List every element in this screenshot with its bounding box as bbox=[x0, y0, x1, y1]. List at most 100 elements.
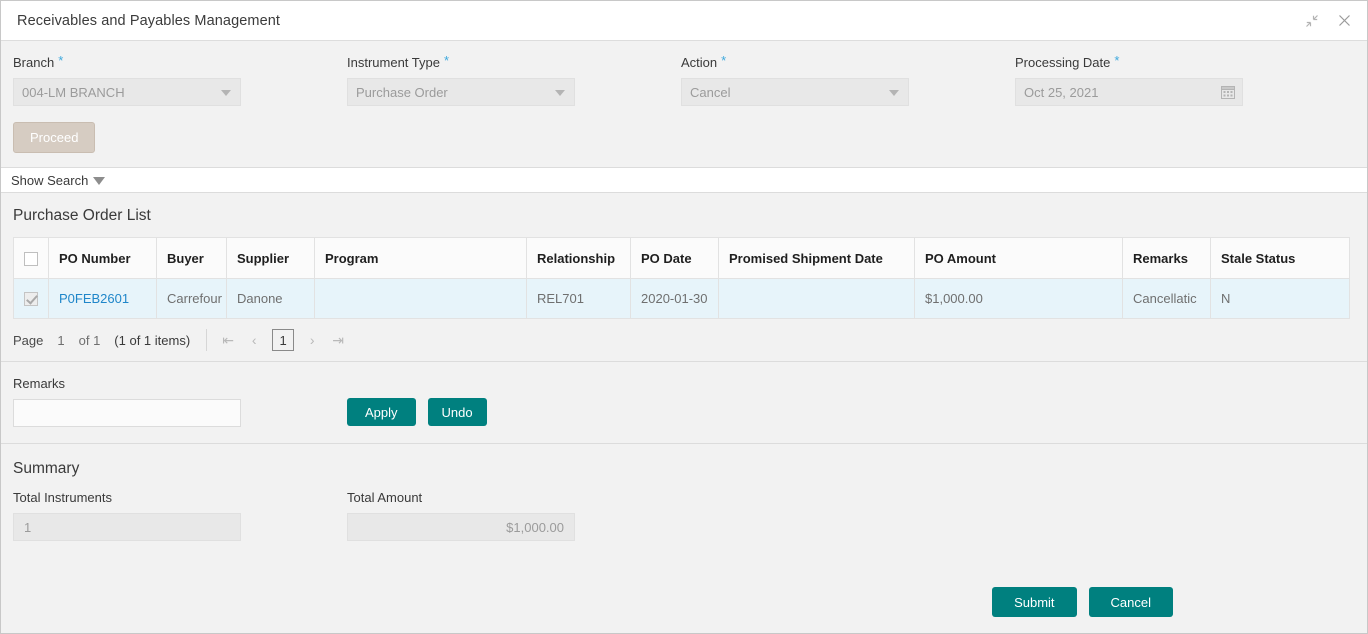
pagination: Page 1 of 1 (1 of 1 items) ⇤ ‹ 1 › ⇥ bbox=[13, 319, 1357, 361]
field-total-instruments: Total Instruments 1 bbox=[13, 490, 347, 541]
pagination-divider bbox=[206, 329, 208, 351]
window-titlebar: Receivables and Payables Management bbox=[1, 1, 1367, 41]
column-supplier: Supplier bbox=[226, 237, 315, 279]
field-branch: Branch * 004-LM BRANCH bbox=[13, 53, 347, 106]
column-buyer: Buyer bbox=[156, 237, 227, 279]
remarks-section: Remarks Apply Undo bbox=[1, 362, 1367, 443]
column-po-date: PO Date bbox=[630, 237, 719, 279]
table-row[interactable]: P0FEB2601 Carrefour Danone REL701 2020-0… bbox=[13, 278, 1350, 319]
cell-supplier: Danone bbox=[226, 278, 315, 319]
table-body: P0FEB2601 Carrefour Danone REL701 2020-0… bbox=[13, 278, 1350, 319]
branch-label-wrap: Branch * bbox=[13, 53, 335, 71]
column-po-amount: PO Amount bbox=[914, 237, 1123, 279]
instrument-type-label-wrap: Instrument Type * bbox=[347, 53, 669, 71]
processing-date-input[interactable]: Oct 25, 2021 bbox=[1015, 78, 1243, 106]
cell-buyer: Carrefour bbox=[156, 278, 227, 319]
undo-button[interactable]: Undo bbox=[427, 398, 487, 426]
next-page-icon[interactable]: › bbox=[299, 328, 325, 352]
proceed-button[interactable]: Proceed bbox=[13, 122, 96, 153]
page-number: 1 bbox=[57, 332, 65, 348]
prev-page-icon[interactable]: ‹ bbox=[241, 328, 267, 352]
close-icon[interactable] bbox=[1331, 8, 1357, 34]
page-label: Page bbox=[13, 332, 44, 348]
required-asterisk: * bbox=[443, 53, 450, 68]
cancel-button[interactable]: Cancel bbox=[1088, 587, 1173, 617]
list-title: Purchase Order List bbox=[13, 207, 151, 224]
column-promised-shipment-date: Promised Shipment Date bbox=[718, 237, 915, 279]
summary-title: Summary bbox=[13, 460, 80, 477]
row-select-checkbox[interactable] bbox=[24, 292, 38, 307]
page-total: of 1 bbox=[78, 332, 101, 348]
processing-date-value: Oct 25, 2021 bbox=[1024, 84, 1099, 100]
instrument-type-value: Purchase Order bbox=[356, 84, 448, 100]
show-search-toggle[interactable]: Show Search bbox=[11, 172, 106, 188]
column-remarks: Remarks bbox=[1122, 237, 1211, 279]
summary-section: Summary Total Instruments 1 Total Amount… bbox=[1, 444, 1367, 541]
show-search-label: Show Search bbox=[11, 172, 89, 188]
total-amount-value: $1,000.00 bbox=[347, 513, 575, 541]
branch-select[interactable]: 004-LM BRANCH bbox=[13, 78, 241, 106]
required-asterisk: * bbox=[1114, 53, 1120, 68]
action-value: Cancel bbox=[690, 84, 731, 100]
remarks-field: Remarks bbox=[13, 376, 347, 427]
field-processing-date: Processing Date * Oct 25, 2021 bbox=[1015, 53, 1349, 106]
remarks-label: Remarks bbox=[13, 376, 66, 391]
cell-po-date: 2020-01-30 bbox=[630, 278, 719, 319]
field-action: Action * Cancel bbox=[681, 53, 1015, 106]
collapse-arrows-icon[interactable] bbox=[1299, 8, 1325, 34]
chevron-down-icon bbox=[555, 90, 565, 96]
column-stale-status: Stale Status bbox=[1210, 237, 1350, 279]
first-page-icon[interactable]: ⇤ bbox=[215, 328, 241, 352]
show-search-bar: Show Search bbox=[1, 167, 1367, 193]
action-label: Action bbox=[681, 55, 718, 70]
table-header-row: PO Number Buyer Supplier Program Relatio… bbox=[13, 237, 1350, 279]
footer-actions: Submit Cancel bbox=[1, 541, 1367, 633]
instrument-type-label: Instrument Type bbox=[347, 55, 440, 70]
table-header: PO Number Buyer Supplier Program Relatio… bbox=[13, 237, 1350, 279]
calendar-icon[interactable] bbox=[1221, 85, 1235, 102]
page-items-count: (1 of 1 items) bbox=[114, 332, 191, 348]
cell-relationship: REL701 bbox=[526, 278, 631, 319]
cell-remarks: Cancellatic bbox=[1122, 278, 1211, 319]
cell-stale-status: N bbox=[1210, 278, 1350, 319]
chevron-down-icon bbox=[221, 90, 231, 96]
modal-window: Receivables and Payables Management Bran… bbox=[0, 0, 1368, 634]
proceed-row: Proceed bbox=[13, 106, 1355, 167]
column-program: Program bbox=[314, 237, 527, 279]
cell-po-number: P0FEB2601 bbox=[48, 278, 157, 319]
po-number-link[interactable]: P0FEB2601 bbox=[59, 291, 129, 306]
action-select[interactable]: Cancel bbox=[681, 78, 909, 106]
total-instruments-value: 1 bbox=[13, 513, 241, 541]
select-all-header bbox=[13, 237, 49, 279]
column-relationship: Relationship bbox=[526, 237, 631, 279]
summary-fields: Total Instruments 1 Total Amount $1,000.… bbox=[13, 490, 1355, 541]
remarks-actions: Apply Undo bbox=[347, 376, 487, 426]
window-controls bbox=[1299, 8, 1357, 34]
submit-button[interactable]: Submit bbox=[992, 587, 1077, 617]
total-amount-label: Total Amount bbox=[347, 490, 423, 505]
required-asterisk: * bbox=[58, 53, 64, 68]
last-page-icon[interactable]: ⇥ bbox=[325, 328, 351, 352]
page-title: Receivables and Payables Management bbox=[17, 12, 281, 29]
purchase-order-list-section: Purchase Order List PO Number Buyer Supp… bbox=[1, 193, 1367, 361]
instrument-type-select[interactable]: Purchase Order bbox=[347, 78, 575, 106]
apply-button[interactable]: Apply bbox=[347, 398, 416, 426]
cell-po-amount: $1,000.00 bbox=[914, 278, 1123, 319]
cell-promised-shipment-date bbox=[718, 278, 915, 319]
required-asterisk: * bbox=[721, 53, 727, 68]
filter-form-row: Branch * 004-LM BRANCH Instrument Type *… bbox=[13, 53, 1355, 106]
field-total-amount: Total Amount $1,000.00 bbox=[347, 490, 681, 541]
remarks-input[interactable] bbox=[13, 399, 241, 427]
action-label-wrap: Action * bbox=[681, 53, 1003, 71]
branch-label: Branch bbox=[13, 55, 55, 70]
purchase-order-table: PO Number Buyer Supplier Program Relatio… bbox=[13, 237, 1350, 319]
filter-form: Branch * 004-LM BRANCH Instrument Type *… bbox=[1, 41, 1367, 167]
processing-date-label: Processing Date bbox=[1015, 55, 1111, 70]
branch-value: 004-LM BRANCH bbox=[22, 84, 125, 100]
row-select-cell bbox=[13, 278, 49, 319]
select-all-checkbox[interactable] bbox=[24, 251, 38, 266]
column-po-number: PO Number bbox=[48, 237, 157, 279]
chevron-down-icon bbox=[889, 90, 899, 96]
page-1-button[interactable]: 1 bbox=[272, 329, 295, 351]
cell-program bbox=[314, 278, 527, 319]
